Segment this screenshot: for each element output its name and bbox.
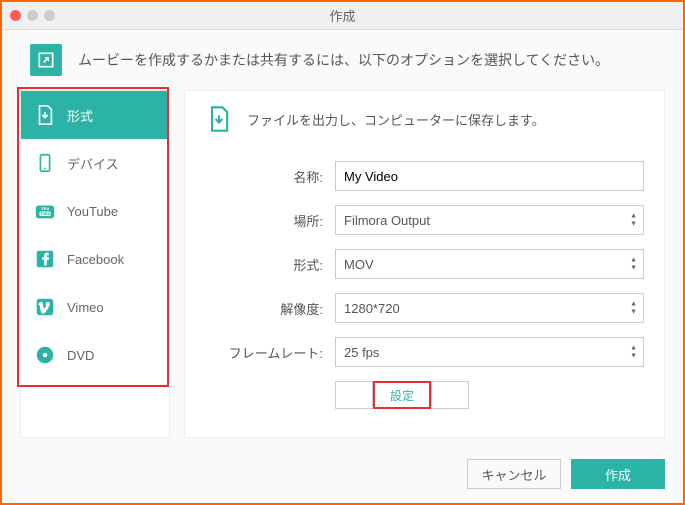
svg-text:Tube: Tube (40, 211, 50, 216)
facebook-icon (33, 247, 57, 271)
sidebar-item-label: Vimeo (67, 300, 104, 315)
main-panel: ファイルを出力し、コンピューターに保存します。 名称: 場所: Filmora … (184, 90, 665, 438)
footer: キャンセル 作成 (467, 459, 665, 489)
chevron-updown-icon (630, 301, 637, 316)
vimeo-icon (33, 295, 57, 319)
resolution-label: 解像度: (205, 299, 335, 318)
sidebar: 形式 デバイス YouTube YouTube Facebook Vimeo D… (20, 90, 170, 438)
main-header-text: ファイルを出力し、コンピューターに保存します。 (247, 110, 545, 129)
sidebar-item-label: DVD (67, 348, 94, 363)
header-text: ムービーを作成するかまたは共有するには、以下のオプションを選択してください。 (78, 50, 609, 70)
resolution-select[interactable]: 1280*720 (335, 293, 644, 323)
format-select[interactable]: MOV (335, 249, 644, 279)
dvd-icon (33, 343, 57, 367)
chevron-updown-icon (630, 257, 637, 272)
sidebar-item-label: デバイス (67, 154, 119, 173)
device-icon (33, 151, 57, 175)
youtube-icon: YouTube (33, 199, 57, 223)
sidebar-item-vimeo[interactable]: Vimeo (21, 283, 169, 331)
main-header: ファイルを出力し、コンピューターに保存します。 (205, 105, 644, 133)
sidebar-item-label: 形式 (67, 106, 93, 125)
titlebar: 作成 (2, 2, 683, 30)
sidebar-item-label: Facebook (67, 252, 124, 267)
dialog-header: ムービーを作成するかまたは共有するには、以下のオプションを選択してください。 (2, 30, 683, 90)
file-icon (33, 103, 57, 127)
location-label: 場所: (205, 211, 335, 230)
location-select[interactable]: Filmora Output (335, 205, 644, 235)
sidebar-item-dvd[interactable]: DVD (21, 331, 169, 379)
export-icon (30, 44, 62, 76)
sidebar-item-youtube[interactable]: YouTube YouTube (21, 187, 169, 235)
sidebar-item-label: YouTube (67, 204, 118, 219)
file-download-icon (205, 105, 233, 133)
name-label: 名称: (205, 167, 335, 186)
sidebar-item-facebook[interactable]: Facebook (21, 235, 169, 283)
create-button[interactable]: 作成 (571, 459, 665, 489)
settings-spacer-right (431, 381, 469, 409)
sidebar-item-device[interactable]: デバイス (21, 139, 169, 187)
name-input[interactable] (335, 161, 644, 191)
settings-button[interactable]: 設定 (373, 381, 431, 409)
window-title: 作成 (2, 6, 683, 25)
framerate-label: フレームレート: (205, 343, 335, 362)
sidebar-item-format[interactable]: 形式 (21, 91, 169, 139)
format-label: 形式: (205, 255, 335, 274)
settings-spacer-left (335, 381, 373, 409)
framerate-select[interactable]: 25 fps (335, 337, 644, 367)
chevron-updown-icon (630, 345, 637, 360)
cancel-button[interactable]: キャンセル (467, 459, 561, 489)
export-dialog: 作成 ムービーを作成するかまたは共有するには、以下のオプションを選択してください… (0, 0, 685, 505)
chevron-updown-icon (630, 213, 637, 228)
